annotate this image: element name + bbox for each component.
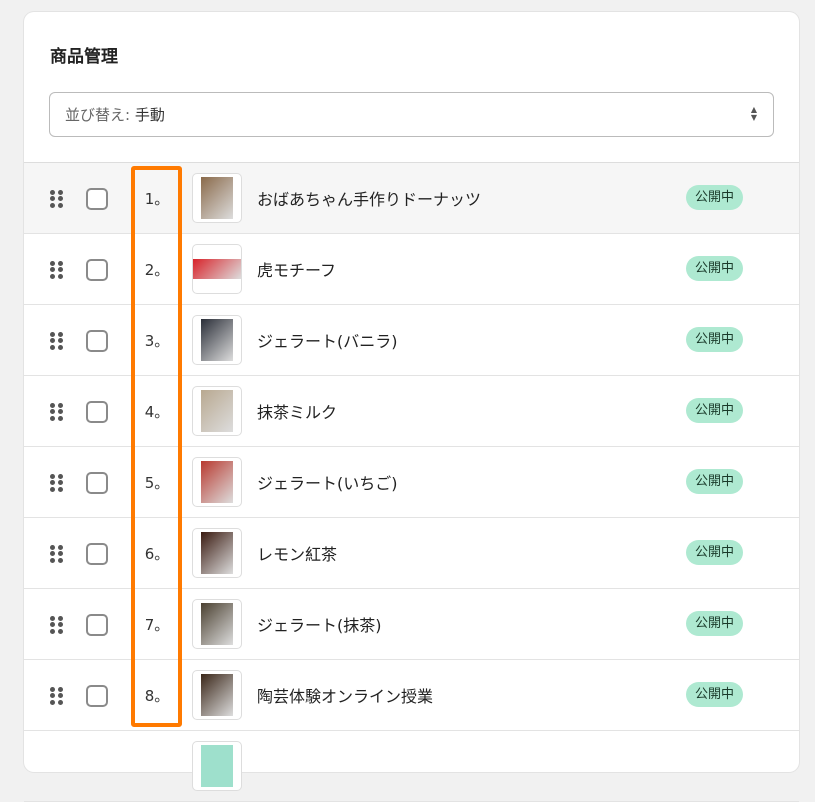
status-badge: 公開中: [686, 540, 744, 565]
product-thumbnail: [192, 386, 242, 436]
row-checkbox[interactable]: [86, 259, 108, 281]
product-thumbnail: [192, 457, 242, 507]
status-badge: 公開中: [686, 398, 744, 423]
product-thumbnail: [192, 599, 242, 649]
product-name[interactable]: レモン紅茶: [257, 541, 337, 565]
product-name[interactable]: ジェラート(抹茶): [257, 612, 382, 636]
page-title: 商品管理: [50, 47, 118, 67]
drag-handle-icon[interactable]: [50, 332, 64, 350]
product-thumbnail: [192, 244, 242, 294]
row-checkbox[interactable]: [86, 188, 108, 210]
product-name[interactable]: ジェラート(いちご): [257, 470, 398, 494]
product-thumbnail: [192, 670, 242, 720]
status-badge: 公開中: [686, 256, 744, 281]
drag-handle-icon[interactable]: [50, 545, 64, 563]
sort-select[interactable]: 並び替え: 手動 ▲ ▼: [49, 92, 774, 137]
product-name[interactable]: おばあちゃん手作りドーナッツ: [257, 186, 481, 210]
product-row[interactable]: [24, 731, 799, 802]
product-thumbnail: [192, 528, 242, 578]
status-badge: 公開中: [686, 469, 744, 494]
select-arrows-icon: ▲ ▼: [750, 105, 757, 122]
sort-label: 並び替え:: [65, 106, 131, 124]
product-name[interactable]: ジェラート(バニラ): [257, 328, 398, 352]
drag-handle-icon[interactable]: [50, 616, 64, 634]
highlight-box: [131, 166, 182, 727]
row-checkbox[interactable]: [86, 330, 108, 352]
drag-handle-icon[interactable]: [50, 190, 64, 208]
row-checkbox[interactable]: [86, 614, 108, 636]
drag-handle-icon[interactable]: [50, 687, 64, 705]
row-checkbox[interactable]: [86, 472, 108, 494]
row-checkbox[interactable]: [86, 685, 108, 707]
drag-handle-icon[interactable]: [50, 474, 64, 492]
status-badge: 公開中: [686, 682, 744, 707]
drag-handle-icon[interactable]: [50, 403, 64, 421]
row-checkbox[interactable]: [86, 543, 108, 565]
row-checkbox[interactable]: [86, 401, 108, 423]
product-name[interactable]: 抹茶ミルク: [257, 399, 337, 423]
product-name[interactable]: 陶芸体験オンライン授業: [257, 683, 433, 707]
product-thumbnail: [192, 173, 242, 223]
status-badge: 公開中: [686, 611, 744, 636]
drag-handle-icon[interactable]: [50, 261, 64, 279]
sort-value: 手動: [134, 106, 165, 124]
status-badge: 公開中: [686, 327, 744, 352]
status-badge: 公開中: [686, 185, 744, 210]
product-thumbnail: [192, 315, 242, 365]
product-thumbnail: [192, 741, 242, 791]
product-name[interactable]: 虎モチーフ: [257, 257, 336, 281]
